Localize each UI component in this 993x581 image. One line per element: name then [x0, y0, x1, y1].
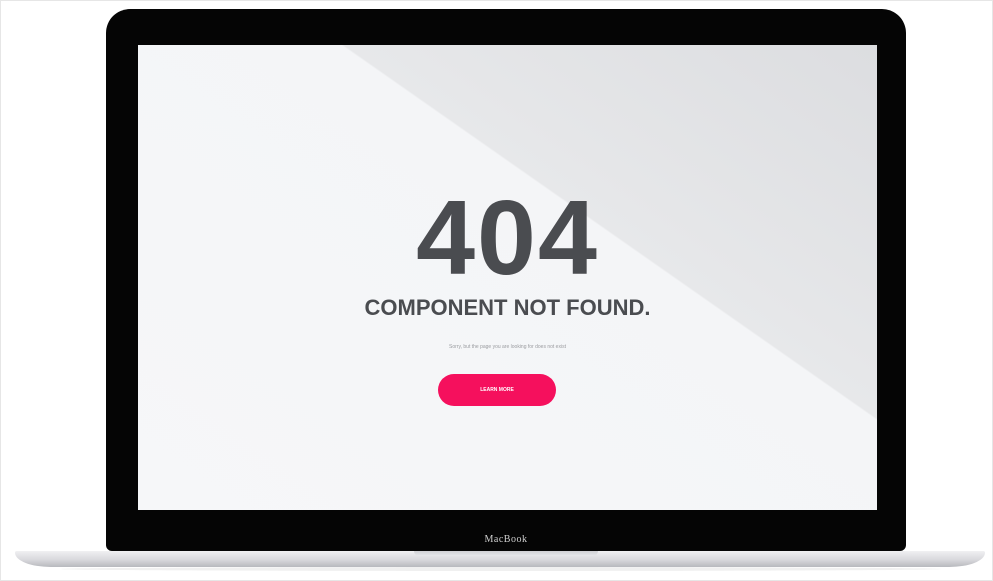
laptop-shadow: [61, 567, 941, 571]
error-message: Sorry, but the page you are looking for …: [449, 344, 566, 350]
error-title: COMPONENT NOT FOUND.: [364, 295, 651, 320]
error-code: 404: [416, 179, 599, 297]
learn-more-button[interactable]: LEARN MORE: [438, 374, 556, 406]
page-frame: 404 COMPONENT NOT FOUND. Sorry, but the …: [0, 0, 993, 581]
device-brand-label: MacBook: [484, 534, 528, 545]
laptop-base-notch: [414, 551, 598, 556]
laptop-screen: 404 COMPONENT NOT FOUND. Sorry, but the …: [138, 45, 877, 510]
